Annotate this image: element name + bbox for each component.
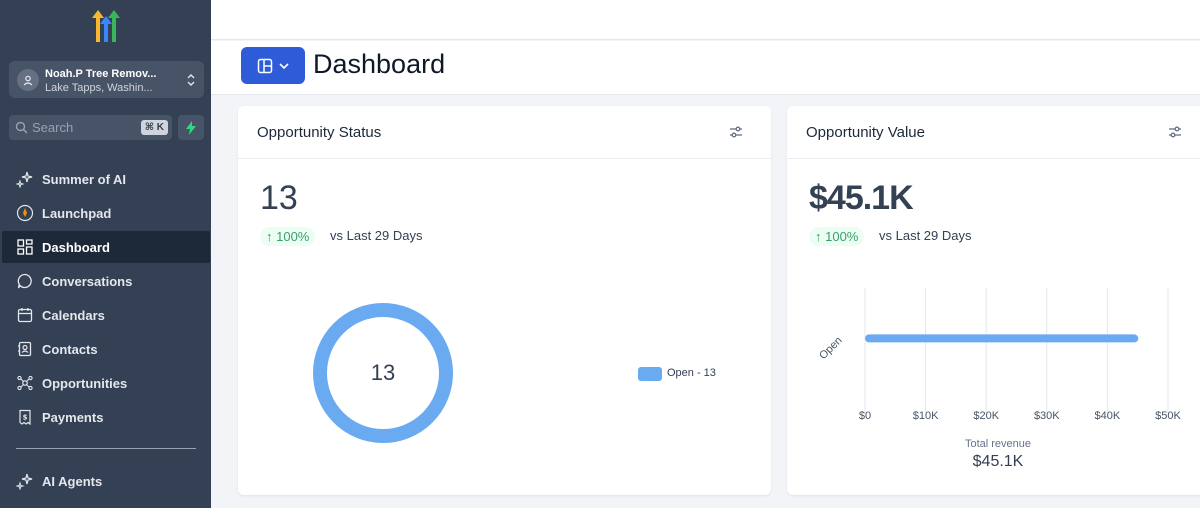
card-header: Opportunity Value	[787, 106, 1200, 159]
filter-settings-icon[interactable]	[728, 124, 744, 140]
sidebar-item-opportunities[interactable]: Opportunities	[2, 367, 210, 399]
x-tick-label: $0	[859, 410, 871, 422]
sidebar-item-label: AI Agents	[42, 473, 103, 489]
sidebar-item-label: Opportunities	[42, 375, 128, 391]
x-axis-title: Total revenue	[964, 438, 1032, 450]
network-icon	[16, 374, 34, 392]
chevron-down-icon	[279, 62, 289, 69]
sidebar-item-ai-agents[interactable]: AI Agents	[2, 465, 210, 497]
sidebar-divider	[16, 448, 196, 449]
sidebar-item-summer-of-ai[interactable]: Summer of AI	[2, 163, 210, 195]
opportunity-status-card: Opportunity Status 13 ↑ 100% vs Last 29 …	[238, 106, 771, 495]
dashboard-switcher-button[interactable]	[241, 47, 305, 84]
trend-badge: ↑ 100%	[809, 227, 865, 246]
search-icon	[15, 121, 28, 134]
chart-total-value: $45.1K	[972, 453, 1024, 470]
sparkles-icon	[16, 170, 34, 188]
comparison-text: vs Last 29 Days	[330, 228, 423, 243]
filter-settings-icon[interactable]	[1167, 124, 1183, 140]
top-bar	[211, 0, 1200, 40]
location-avatar-icon	[17, 69, 39, 91]
quick-action-button[interactable]	[178, 115, 204, 140]
page-title: Dashboard	[313, 49, 446, 79]
sparkles-icon	[16, 472, 34, 490]
legend-label-open[interactable]: Open - 13	[667, 367, 716, 379]
search-shortcut-badge: ⌘ K	[140, 120, 168, 135]
lightning-icon	[186, 120, 196, 135]
donut-center-value: 13	[370, 360, 396, 385]
sidebar-item-label: Launchpad	[42, 205, 112, 221]
search-input[interactable]: Search ⌘ K	[9, 115, 172, 140]
search-placeholder: Search	[32, 120, 74, 135]
x-tick-label: $40K	[1095, 410, 1121, 422]
chevron-updown-icon	[187, 74, 195, 86]
sidebar-item-label: Payments	[42, 409, 104, 425]
x-tick-label: $10K	[913, 410, 939, 422]
sidebar-item-contacts[interactable]: Contacts	[2, 333, 210, 365]
grid-icon	[16, 238, 34, 256]
sidebar-item-label: Dashboard	[42, 239, 110, 255]
sidebar-item-label: Contacts	[42, 341, 98, 357]
x-tick-label: $50K	[1155, 410, 1181, 422]
card-header: Opportunity Status	[238, 106, 771, 159]
contact-book-icon	[16, 340, 34, 358]
y-category-label: Open	[817, 335, 845, 363]
calendar-icon	[16, 306, 34, 324]
rocket-icon	[16, 204, 34, 222]
account-switcher[interactable]: Noah.P Tree Remov... Lake Tapps, Washin.…	[9, 61, 204, 98]
sidebar-item-calendars[interactable]: Calendars	[2, 299, 210, 331]
card-title: Opportunity Value	[806, 124, 925, 141]
sidebar-item-payments[interactable]: $ Payments	[2, 401, 210, 433]
layout-panel-icon	[257, 58, 273, 73]
opportunity-value-total: $45.1K	[809, 179, 914, 217]
sidebar-item-dashboard[interactable]: Dashboard	[2, 231, 210, 263]
account-name: Noah.P Tree Remov...	[45, 68, 157, 80]
sidebar-item-launchpad[interactable]: Launchpad	[2, 197, 210, 229]
opportunity-value-card: Opportunity Value $45.1K ↑ 100% vs Last …	[787, 106, 1200, 495]
x-tick-label: $20K	[973, 410, 999, 422]
svg-text:$: $	[23, 414, 28, 422]
sidebar-item-label: Conversations	[42, 273, 133, 289]
trend-badge: ↑ 100%	[260, 227, 316, 246]
card-title: Opportunity Status	[257, 124, 382, 141]
legend-swatch-open	[638, 367, 662, 381]
account-location: Lake Tapps, Washin...	[45, 82, 153, 94]
sidebar-item-label: Calendars	[42, 307, 105, 323]
app-logo-icon[interactable]	[86, 8, 126, 44]
sidebar-item-label: Summer of AI	[42, 171, 127, 187]
chat-icon	[16, 272, 34, 290]
x-tick-label: $30K	[1034, 410, 1060, 422]
invoice-icon: $	[16, 408, 34, 426]
comparison-text: vs Last 29 Days	[879, 228, 972, 243]
bar-open[interactable]	[865, 334, 1139, 343]
sidebar-item-conversations[interactable]: Conversations	[2, 265, 210, 297]
sidebar: Noah.P Tree Remov... Lake Tapps, Washin.…	[0, 0, 211, 508]
page-header: Dashboard	[211, 41, 1200, 95]
opportunity-count: 13	[260, 179, 298, 217]
